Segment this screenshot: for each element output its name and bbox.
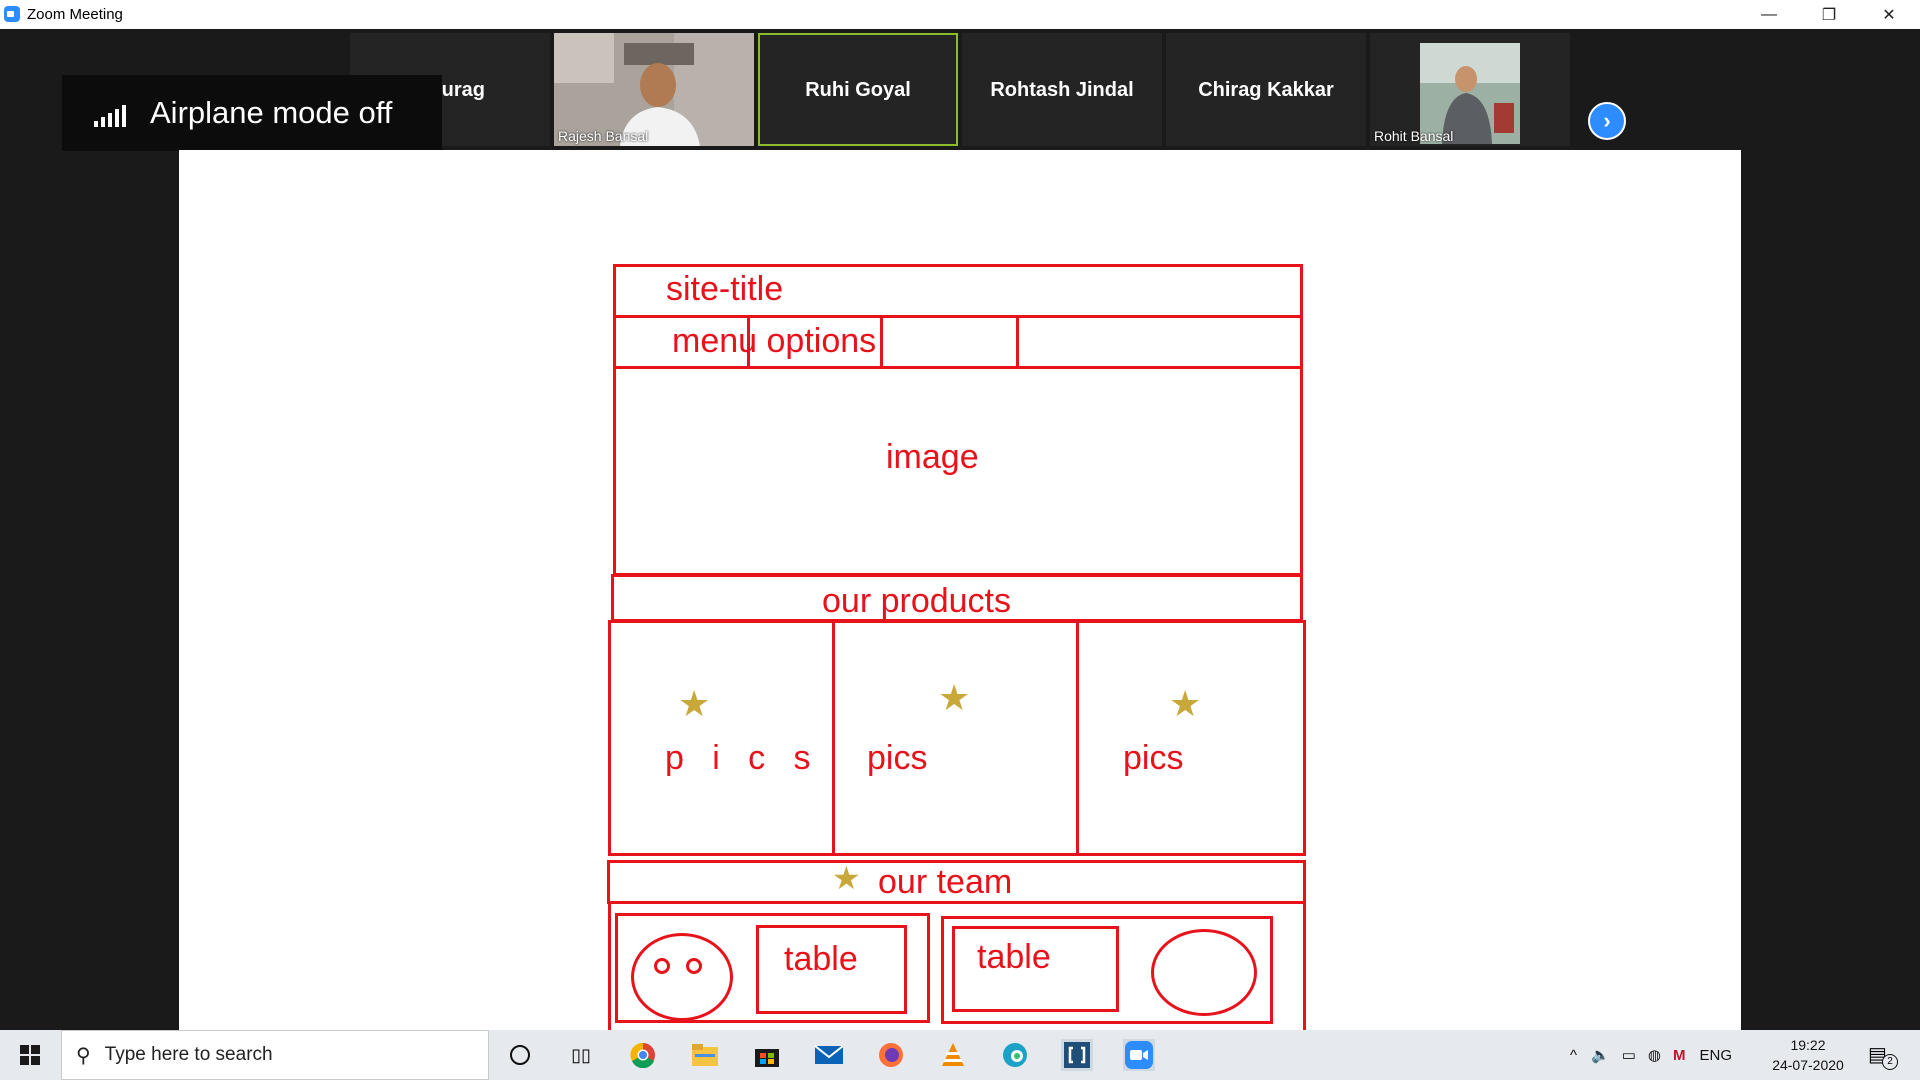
signal-icon: [94, 99, 126, 127]
star-icon: ★: [832, 860, 861, 896]
participant-name: Rajesh Bansal: [558, 128, 649, 144]
participant-name: Rohit Bansal: [1374, 128, 1454, 144]
wireframe-table: table: [784, 940, 858, 978]
participant-tile[interactable]: Chirag Kakkar: [1166, 33, 1366, 146]
search-icon: ⚲: [76, 1044, 91, 1067]
taskbar-clock[interactable]: 19:22 24-07-2020: [1762, 1035, 1854, 1075]
wireframe-eye-circle: [654, 958, 670, 974]
wireframe-menu-options: menu options: [672, 322, 877, 360]
antivirus-icon[interactable]: M: [1673, 1047, 1686, 1064]
wireframe-table: table: [977, 938, 1051, 976]
system-tray: ^ 🔈 ▭ ◍ M ENG: [1570, 1030, 1732, 1080]
taskbar-search-box[interactable]: ⚲ Type here to search: [61, 1030, 489, 1080]
wireframe-eye-circle: [686, 958, 702, 974]
participant-name: Ruhi Goyal: [805, 79, 911, 101]
wireframe-avatar-circle: [631, 933, 733, 1021]
wireframe-our-team: our team: [878, 863, 1013, 901]
action-center-button[interactable]: ▤ 2: [1868, 1042, 1898, 1070]
wireframe-pics: pics: [867, 739, 928, 777]
participant-video-tile[interactable]: Rohit Bansal: [1370, 33, 1570, 146]
wireframe-divider: [832, 621, 835, 855]
title-bar: Zoom Meeting — ❐ ✕: [0, 0, 1920, 29]
participant-video-tile[interactable]: Rajesh Bansal: [554, 33, 754, 146]
participant-name: Rohtash Jindal: [990, 79, 1134, 101]
wireframe-divider: [880, 316, 883, 368]
battery-icon[interactable]: ▭: [1622, 1046, 1636, 1064]
zoom-app-icon[interactable]: [1123, 1039, 1155, 1071]
windows-logo-icon: [20, 1045, 40, 1065]
minimize-button[interactable]: —: [1740, 0, 1798, 29]
network-globe-icon[interactable]: ◍: [1648, 1046, 1661, 1064]
chevron-right-icon: ›: [1603, 108, 1611, 133]
window-title: Zoom Meeting: [27, 6, 123, 23]
close-button[interactable]: ✕: [1860, 0, 1918, 29]
restore-button[interactable]: ❐: [1800, 0, 1858, 29]
chevron-up-icon[interactable]: ^: [1570, 1047, 1577, 1064]
wireframe-pics-box: [608, 620, 1306, 856]
notification-count-badge: 2: [1882, 1054, 1898, 1070]
language-indicator[interactable]: ENG: [1700, 1047, 1733, 1064]
wireframe-divider: [1016, 316, 1019, 368]
firefox-icon[interactable]: [875, 1039, 907, 1071]
wireframe-site-title: site-title: [666, 270, 784, 308]
star-icon: ★: [678, 683, 711, 724]
cortana-icon[interactable]: [504, 1039, 536, 1071]
wireframe-avatar-circle: [1151, 929, 1257, 1016]
wireframe-divider: [1076, 621, 1079, 855]
star-icon: ★: [1169, 683, 1202, 724]
wireframe-our-products: our products: [822, 582, 1011, 620]
vlc-icon[interactable]: [937, 1039, 969, 1071]
chrome-icon[interactable]: [627, 1039, 659, 1071]
store-icon[interactable]: [751, 1039, 783, 1071]
participant-name: Chirag Kakkar: [1198, 79, 1334, 101]
zoom-icon: [4, 6, 20, 22]
volume-icon[interactable]: 🔈: [1591, 1046, 1610, 1064]
mail-icon[interactable]: [813, 1039, 845, 1071]
search-placeholder: Type here to search: [104, 1044, 273, 1065]
wireframe-pics: pics: [1123, 739, 1184, 777]
wireframe-image: image: [886, 438, 979, 476]
next-participants-button[interactable]: ›: [1588, 102, 1626, 140]
participant-tile[interactable]: Rohtash Jindal: [962, 33, 1162, 146]
clock-time: 19:22: [1790, 1037, 1826, 1053]
shared-screen: site-title menu options image our produc…: [179, 150, 1741, 1030]
taskbar: ⚲ Type here to search ▯▯ ^ 🔈 ▭ ◍ M ENG 1…: [0, 1030, 1920, 1080]
file-explorer-icon[interactable]: [689, 1039, 721, 1071]
task-view-icon[interactable]: ▯▯: [565, 1039, 597, 1071]
brackets-icon[interactable]: [1061, 1039, 1093, 1071]
star-icon: ★: [938, 677, 971, 718]
participant-tile-active-speaker[interactable]: Ruhi Goyal: [758, 33, 958, 146]
edge-icon[interactable]: [999, 1039, 1031, 1071]
clock-date: 24-07-2020: [1772, 1057, 1844, 1073]
windows-start-button[interactable]: [0, 1030, 60, 1080]
notification-text: Airplane mode off: [150, 95, 393, 130]
airplane-mode-toast: Airplane mode off: [62, 75, 442, 151]
wireframe-pics: p i c s: [665, 739, 811, 777]
